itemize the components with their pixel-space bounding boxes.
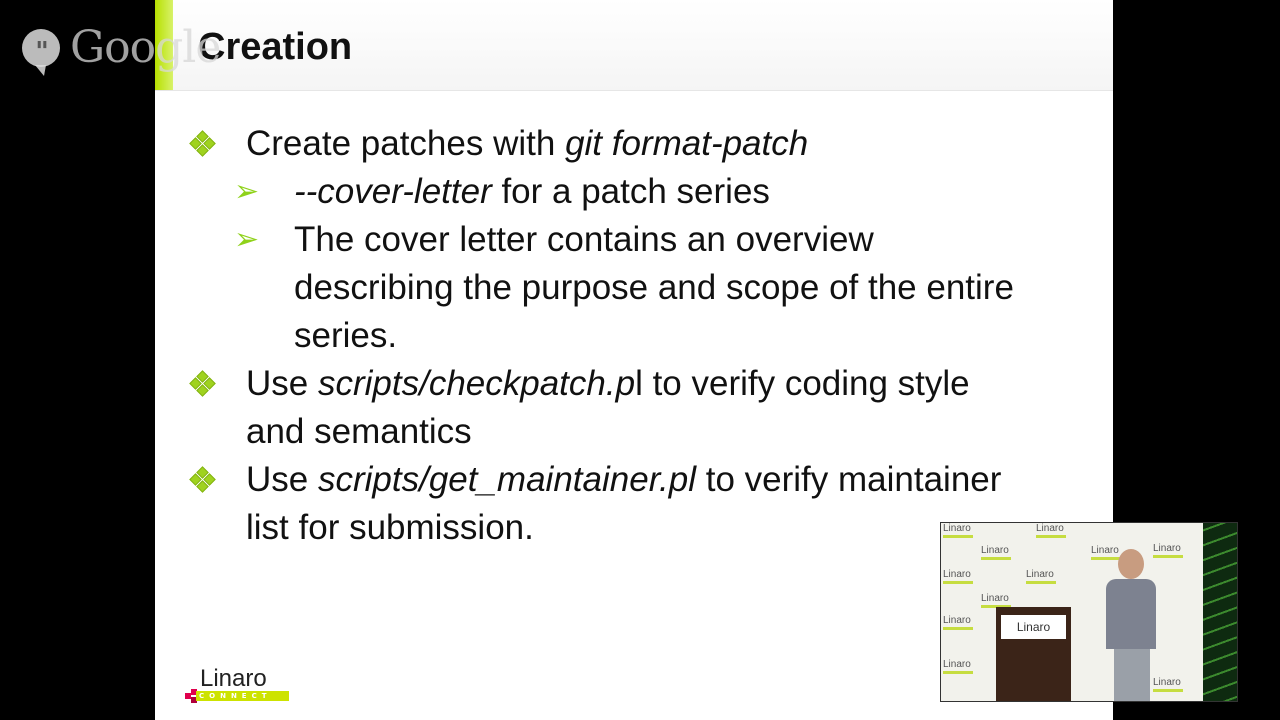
speaker bbox=[1106, 549, 1161, 701]
bullet-checkpatch: Use scripts/checkpatch.pl to verify codi… bbox=[246, 364, 970, 451]
backdrop-watermark: Linaro bbox=[943, 659, 973, 674]
backdrop-watermark: Linaro bbox=[1026, 569, 1056, 584]
google-wordmark: Google bbox=[70, 22, 221, 73]
diamond-bullet-icon bbox=[188, 360, 216, 408]
hangouts-logo: " Google bbox=[22, 22, 221, 76]
bullet-create-patches: Create patches with git format-patch bbox=[246, 124, 809, 163]
backdrop-watermark: Linaro bbox=[981, 593, 1011, 608]
slide-title-bar: Creation bbox=[155, 0, 1113, 91]
hangouts-quote-icon: " bbox=[22, 28, 60, 76]
connect-tagline: CONNECT bbox=[196, 691, 289, 701]
stage-truss bbox=[1203, 523, 1237, 701]
diamond-bullet-icon bbox=[188, 120, 216, 168]
slide-title: Creation bbox=[198, 26, 353, 68]
podium: Linaro bbox=[996, 607, 1071, 701]
backdrop-watermark: Linaro bbox=[943, 615, 973, 630]
bullet-cover-letter-description: The cover letter contains an overview de… bbox=[294, 220, 1014, 355]
bullet-cover-letter-flag: --cover-letter for a patch series bbox=[294, 172, 770, 211]
arrow-bullet-icon: ➢ bbox=[234, 222, 260, 257]
backdrop-watermark: Linaro bbox=[943, 523, 973, 538]
backdrop-watermark: Linaro bbox=[943, 569, 973, 584]
podium-sign: Linaro bbox=[1001, 615, 1066, 639]
backdrop-watermark: Linaro bbox=[981, 545, 1011, 560]
arrow-bullet-icon: ➢ bbox=[234, 174, 260, 209]
linaro-connect-logo: Linaro CONNECT bbox=[185, 665, 295, 710]
linaro-wordmark: Linaro bbox=[200, 665, 267, 692]
backdrop-watermark: Linaro bbox=[1036, 523, 1066, 538]
webcam-video-inset[interactable]: Linaro Linaro Linaro Linaro Linaro Linar… bbox=[940, 522, 1238, 702]
diamond-bullet-icon bbox=[188, 456, 216, 504]
